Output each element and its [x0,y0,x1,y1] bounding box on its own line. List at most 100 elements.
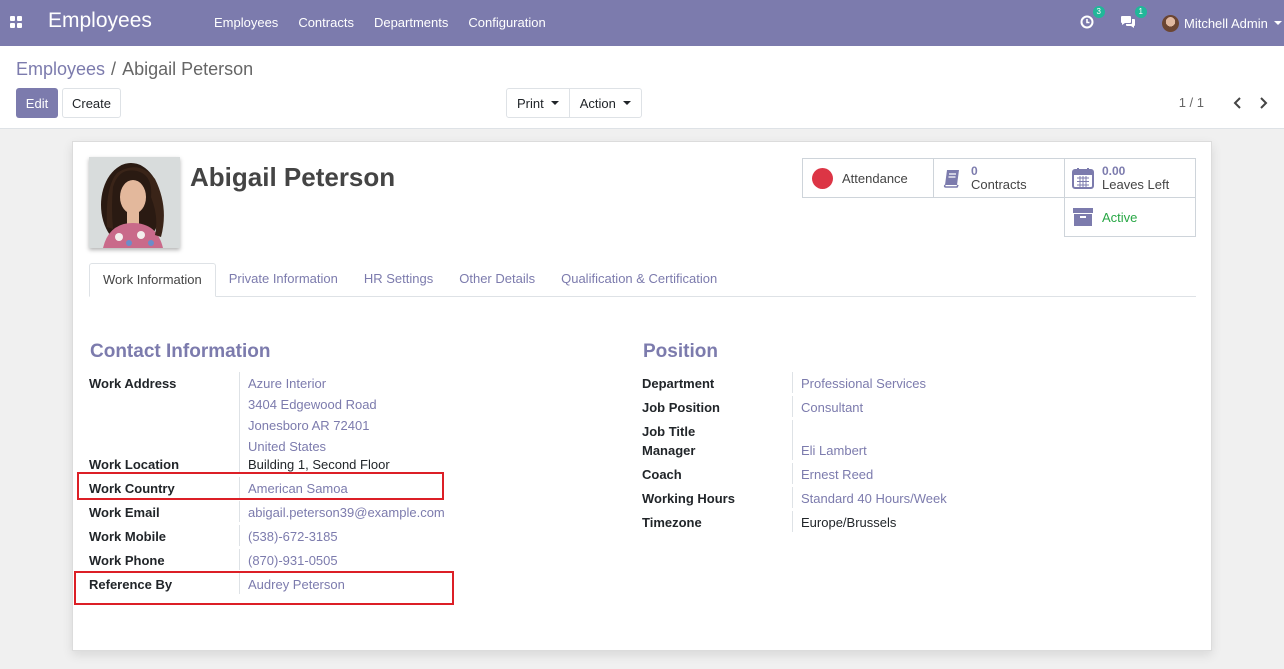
leaves-count: 0.00 [1102,164,1126,178]
chevron-down-icon [550,101,559,105]
calendar-icon [1072,167,1094,189]
manager-row: Manager Eli Lambert [642,439,867,460]
leaves-label: Leaves Left [1102,177,1170,192]
user-menu[interactable]: Mitchell Admin [1162,14,1284,32]
position-title: Position [643,341,718,362]
timezone-label: Timezone [642,515,702,530]
work-address-value[interactable]: Azure Interior 3404 Edgewood Road Jonesb… [239,372,377,456]
work-location-label: Work Location [89,457,180,472]
message-count-badge: 1 [1134,5,1147,18]
tab-hr-settings[interactable]: HR Settings [351,263,446,297]
working-hours-value[interactable]: Standard 40 Hours/Week [801,487,947,508]
breadcrumb-current: Abigail Peterson [122,59,254,79]
user-name: Mitchell Admin [1184,15,1268,31]
work-address-row: Work Address Azure Interior 3404 Edgewoo… [89,372,377,456]
work-email-row: Work Email abigail.peterson39@example.co… [89,501,445,522]
department-label: Department [642,376,715,391]
department-value[interactable]: Professional Services [801,372,926,393]
address-line: Jonesboro AR 72401 [248,418,370,433]
timezone-row: Timezone Europe/Brussels [642,511,896,532]
active-toggle-button[interactable]: Active [1064,197,1196,237]
working-hours-label: Working Hours [642,491,735,506]
activity-button[interactable]: 3 [1080,5,1105,32]
print-action-group: Print Action [506,88,642,118]
work-country-value[interactable]: American Samoa [248,477,348,498]
work-mobile-row: Work Mobile (538)-672-3185 [89,525,338,546]
job-position-value[interactable]: Consultant [801,396,863,417]
archive-icon [1072,206,1094,228]
menu-configuration[interactable]: Configuration [468,15,545,30]
job-position-label: Job Position [642,400,720,415]
tab-private-information[interactable]: Private Information [216,263,351,297]
employee-photo[interactable] [89,157,180,248]
work-mobile-label: Work Mobile [89,529,167,544]
pager: 1 / 1 [1179,95,1270,110]
menu-departments[interactable]: Departments [374,15,448,30]
tab-other-details[interactable]: Other Details [446,263,548,297]
menu-contracts[interactable]: Contracts [298,15,354,30]
coach-label: Coach [642,467,682,482]
department-row: Department Professional Services [642,372,926,393]
reference-by-row: Reference By Audrey Peterson [89,573,345,594]
breadcrumb-parent[interactable]: Employees [16,59,105,79]
chevron-right-icon[interactable] [1256,96,1270,110]
apps-menu-icon[interactable] [10,16,22,28]
address-line: 3404 Edgewood Road [248,397,377,412]
work-email-value[interactable]: abigail.peterson39@example.com [248,501,445,522]
job-position-row: Job Position Consultant [642,396,863,417]
contact-information-title: Contact Information [90,341,271,362]
tab-qualification-certification[interactable]: Qualification & Certification [548,263,730,297]
form-sheet: Abigail Peterson Attendance 0 Contracts … [72,141,1212,651]
coach-value[interactable]: Ernest Reed [801,463,873,484]
contracts-button[interactable]: 0 Contracts [933,158,1065,198]
manager-label: Manager [642,443,696,458]
book-icon [941,167,963,189]
working-hours-row: Working Hours Standard 40 Hours/Week [642,487,947,508]
breadcrumb-separator: / [111,59,117,79]
tab-work-information[interactable]: Work Information [89,263,216,297]
work-phone-value[interactable]: (870)-931-0505 [248,549,338,570]
breadcrumb: Employees / Abigail Peterson [16,59,253,80]
leaves-button[interactable]: 0.00 Leaves Left [1064,158,1196,198]
job-title-label: Job Title [642,424,696,439]
menu-employees[interactable]: Employees [214,15,278,30]
chevron-left-icon[interactable] [1230,96,1244,110]
address-line: Azure Interior [248,376,327,391]
reference-by-value[interactable]: Audrey Peterson [248,573,345,594]
print-dropdown[interactable]: Print [507,89,569,117]
top-navbar: Employees Employees Contracts Department… [0,0,1284,46]
user-avatar [1162,14,1179,32]
work-phone-row: Work Phone (870)-931-0505 [89,549,338,570]
work-address-label: Work Address [89,376,177,391]
employee-name[interactable]: Abigail Peterson [190,162,395,193]
pager-value[interactable]: 1 / 1 [1179,95,1204,110]
chevron-down-icon [1273,21,1282,25]
attendance-label: Attendance [842,170,908,186]
work-country-row: Work Country American Samoa [89,477,348,498]
create-button[interactable]: Create [62,88,121,118]
edit-button[interactable]: Edit [16,88,58,118]
attendance-status-dot [812,167,833,189]
chevron-down-icon [622,101,631,105]
contracts-count: 0 [971,164,978,178]
messages-button[interactable]: 1 [1120,5,1147,32]
work-location-row: Work Location Building 1, Second Floor [89,453,390,474]
manager-value[interactable]: Eli Lambert [801,439,867,460]
reference-by-label: Reference By [89,577,173,592]
action-label: Action [579,95,616,111]
systray: 3 1 Mitchell Admin [1080,0,1284,46]
job-title-row: Job Title [642,420,801,441]
chat-icon [1121,15,1135,28]
app-title: Employees [48,9,152,32]
work-mobile-value[interactable]: (538)-672-3185 [248,525,338,546]
timezone-value: Europe/Brussels [801,515,897,530]
action-dropdown[interactable]: Action [568,89,641,117]
print-label: Print [517,95,544,111]
contracts-label: Contracts [971,177,1027,192]
attendance-button[interactable]: Attendance [802,158,934,198]
notebook-tabs: Work Information Private Information HR … [89,263,1196,297]
work-country-label: Work Country [89,481,175,496]
activity-count-badge: 3 [1092,5,1105,18]
active-label: Active [1102,209,1138,225]
work-phone-label: Work Phone [89,553,165,568]
